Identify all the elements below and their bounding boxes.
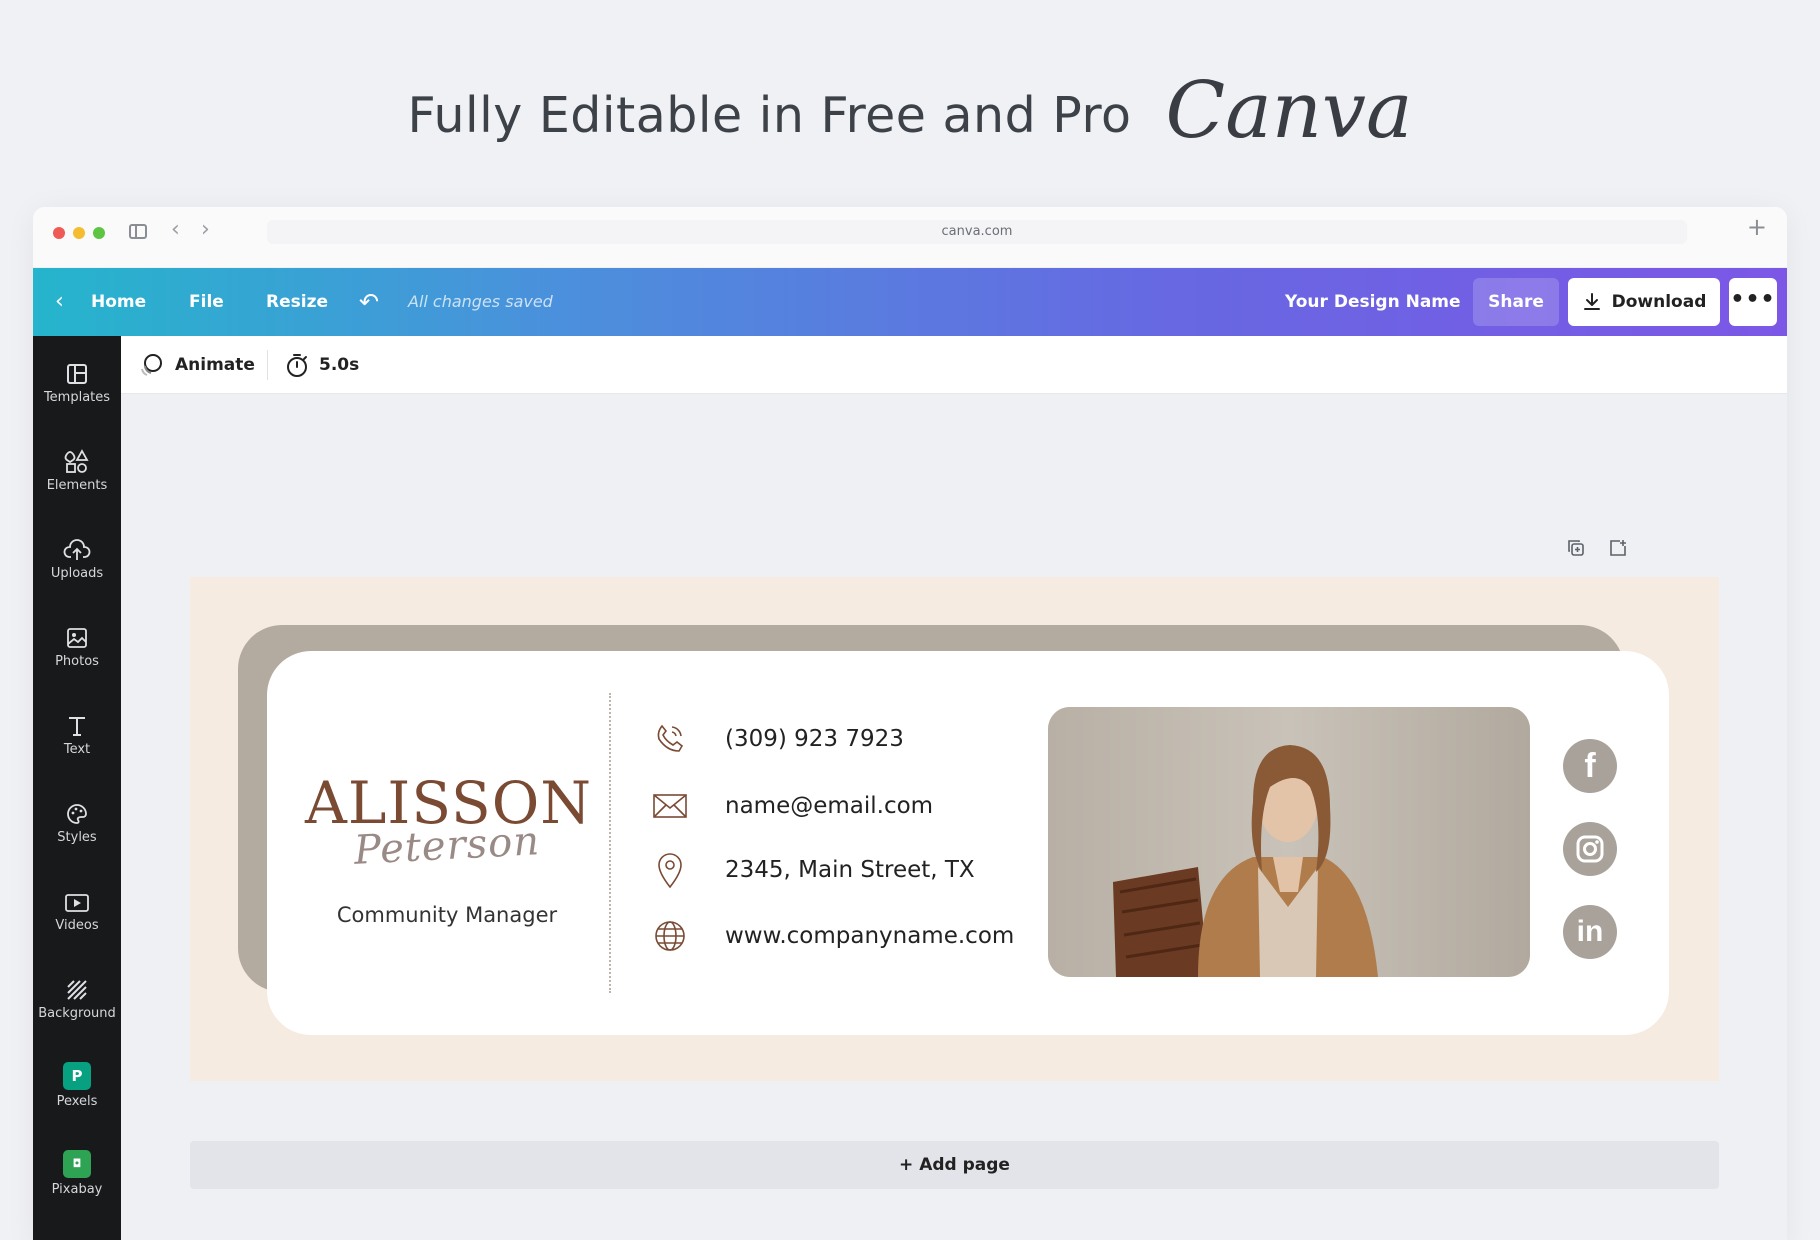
palette-icon (67, 804, 87, 824)
close-window-button[interactable] (53, 227, 65, 239)
browser-window: ‹ › canva.com + ‹ Home File Resize ↶ All… (33, 207, 1787, 1240)
animate-button[interactable]: Animate (139, 336, 255, 394)
browser-chrome: ‹ › canva.com + (33, 207, 1787, 268)
add-page-button[interactable]: + Add page (190, 1141, 1719, 1189)
duration-label: 5.0s (319, 355, 360, 375)
context-toolbar: Animate 5.0s (121, 336, 1787, 394)
rail-item-background[interactable]: Background (33, 966, 121, 1048)
pexels-icon: P (63, 1062, 91, 1090)
rail-item-pexels[interactable]: P Pexels (33, 1054, 121, 1136)
undo-icon[interactable]: ↶ (359, 268, 379, 336)
rail-label: Pexels (56, 1094, 98, 1109)
animate-icon (141, 354, 162, 376)
headline-text: Fully Editable in Free and Pro (407, 86, 1132, 144)
linkedin-icon[interactable]: in (1563, 905, 1617, 959)
browser-back-icon[interactable]: ‹ (171, 217, 180, 242)
rail-label: Elements (46, 478, 108, 493)
rail-label: Uploads (50, 566, 104, 581)
toolbar-divider (267, 350, 268, 380)
resize-menu[interactable]: Resize (266, 268, 328, 336)
contact-website[interactable]: www.companyname.com (645, 916, 1045, 956)
browser-forward-icon[interactable]: › (201, 217, 210, 242)
sidebar-toggle-icon[interactable] (129, 224, 147, 239)
rail-item-elements[interactable]: Elements (33, 438, 121, 520)
contact-phone[interactable]: (309) 923 7923 (645, 719, 1045, 759)
editor-canvas: ALISSON Peterson Community Manager (309)… (121, 394, 1787, 1240)
website-url: www.companyname.com (725, 923, 1015, 949)
phone-number: (309) 923 7923 (725, 726, 904, 752)
contact-email[interactable]: name@email.com (645, 786, 1045, 826)
download-button[interactable]: Download (1568, 278, 1720, 326)
rail-label: Photos (55, 654, 99, 669)
new-tab-icon[interactable]: + (1747, 213, 1767, 241)
rail-label: Background (38, 1006, 116, 1021)
contact-address[interactable]: 2345, Main Street, TX (645, 850, 1045, 890)
profile-photo[interactable] (1048, 707, 1530, 977)
background-icon (67, 980, 87, 1000)
portrait-image (1048, 707, 1530, 977)
job-title[interactable]: Community Manager (287, 903, 607, 927)
download-label: Download (1611, 292, 1707, 312)
pixabay-icon: ◘ (63, 1150, 91, 1178)
file-menu[interactable]: File (189, 268, 224, 336)
design-page[interactable]: ALISSON Peterson Community Manager (309)… (190, 577, 1719, 1081)
rail-item-templates[interactable]: Templates (33, 350, 121, 432)
phone-icon (657, 724, 684, 752)
chevron-left-icon[interactable]: ‹ (55, 268, 64, 336)
side-panel-rail: Templates Elements Uploads Photos Text S… (33, 336, 121, 1240)
save-status: All changes saved (408, 292, 553, 311)
app-header: ‹ Home File Resize ↶ All changes saved Y… (33, 268, 1787, 336)
share-button[interactable]: Share (1473, 278, 1559, 326)
rail-item-uploads[interactable]: Uploads (33, 526, 121, 608)
minimize-window-button[interactable] (73, 227, 85, 239)
street-address: 2345, Main Street, TX (725, 857, 975, 883)
last-name[interactable]: Peterson (346, 818, 548, 874)
rail-label: Text (63, 742, 91, 757)
design-name-field[interactable]: Your Design Name (1285, 268, 1461, 336)
globe-icon (655, 921, 685, 951)
duration-button[interactable]: 5.0s (285, 336, 359, 394)
rail-label: Videos (55, 918, 99, 933)
more-options-button[interactable]: ••• (1729, 278, 1777, 326)
rail-item-text[interactable]: Text (33, 702, 121, 784)
rail-item-pixabay[interactable]: ◘ Pixabay (33, 1142, 121, 1224)
text-icon (69, 717, 85, 736)
rail-item-videos[interactable]: Videos (33, 878, 121, 960)
add-page-icon[interactable] (1606, 538, 1630, 562)
download-icon (1583, 293, 1600, 310)
rail-label: Pixabay (51, 1182, 103, 1197)
mail-icon (653, 794, 687, 818)
timer-icon (287, 354, 307, 377)
canva-logo: Canva (1165, 66, 1413, 156)
signature-card[interactable]: ALISSON Peterson Community Manager (309)… (267, 651, 1669, 1035)
promo-headline: Fully Editable in Free and Pro Canva (0, 60, 1820, 170)
upload-icon (63, 539, 91, 560)
video-icon (65, 894, 89, 912)
templates-icon (67, 364, 87, 384)
dotted-divider (609, 693, 611, 993)
animate-label: Animate (175, 355, 255, 375)
rail-label: Templates (43, 390, 111, 405)
maximize-window-button[interactable] (93, 227, 105, 239)
email-address: name@email.com (725, 793, 934, 819)
duplicate-page-icon[interactable] (1564, 538, 1588, 562)
page-tools (1564, 538, 1630, 562)
rail-item-styles[interactable]: Styles (33, 790, 121, 872)
home-link[interactable]: Home (91, 268, 146, 336)
elements-icon (64, 449, 89, 473)
location-pin-icon (658, 853, 682, 889)
rail-label: Styles (57, 830, 97, 845)
facebook-icon[interactable]: f (1563, 739, 1617, 793)
photos-icon (67, 628, 87, 648)
instagram-icon[interactable] (1563, 822, 1617, 876)
rail-item-photos[interactable]: Photos (33, 614, 121, 696)
address-bar[interactable]: canva.com (267, 220, 1687, 244)
